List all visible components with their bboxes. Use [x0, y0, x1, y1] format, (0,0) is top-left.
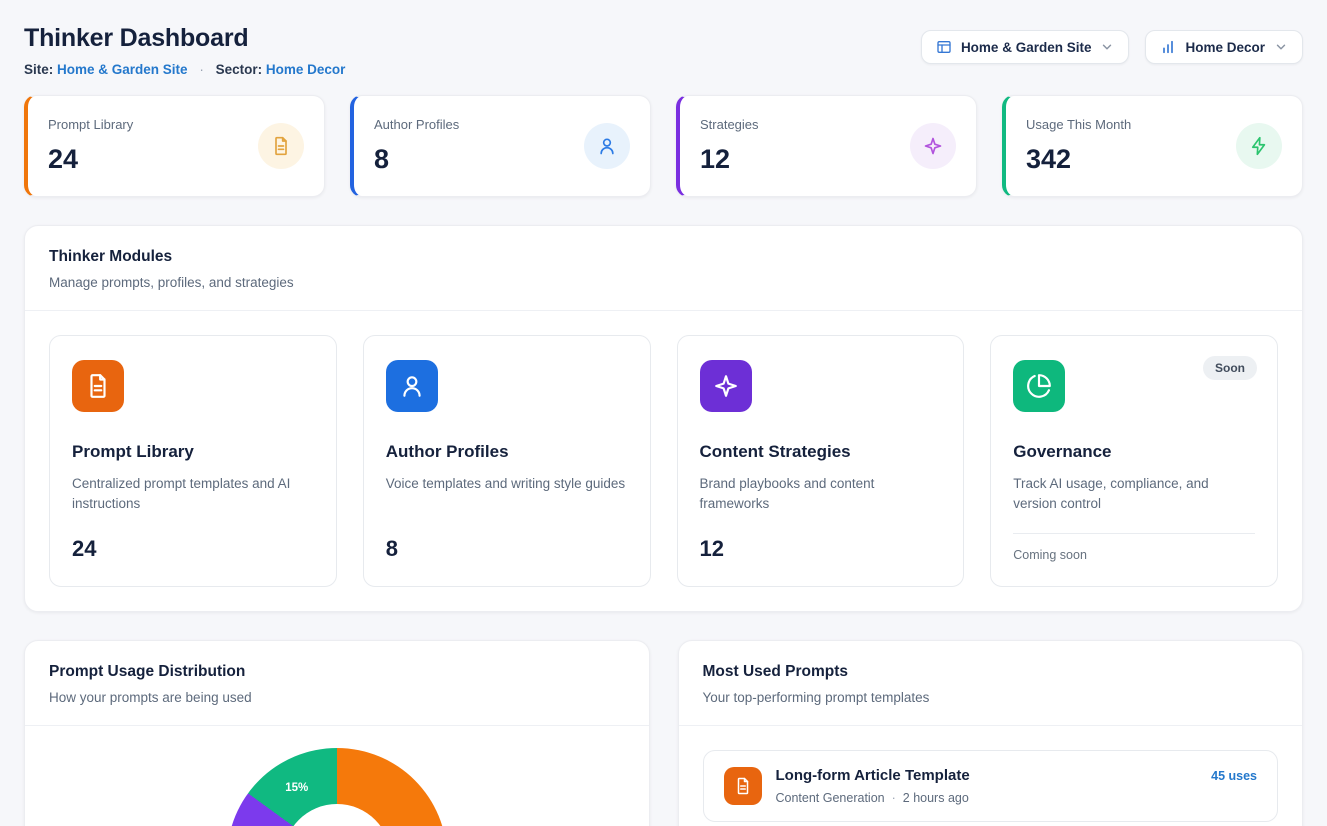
module-title: Governance — [1013, 442, 1255, 462]
stat-card-usage: Usage This Month 342 — [1002, 95, 1303, 197]
sector-selector-dropdown[interactable]: Home Decor — [1145, 30, 1303, 64]
most-used-panel-header: Most Used Prompts Your top-performing pr… — [679, 641, 1303, 725]
donut-hole — [283, 804, 391, 826]
person-icon — [584, 123, 630, 169]
prompt-item-meta: Content Generation · 2 hours ago — [776, 791, 1198, 805]
donut-chart: 15% — [227, 748, 447, 826]
dashboard-page: Thinker Dashboard Site: Home & Garden Si… — [0, 0, 1327, 826]
chevron-down-icon — [1274, 40, 1288, 54]
page-header: Thinker Dashboard Site: Home & Garden Si… — [24, 24, 1303, 77]
list-item[interactable]: Long-form Article Template Content Gener… — [703, 750, 1279, 822]
prompt-list: Long-form Article Template Content Gener… — [679, 726, 1303, 826]
prompt-item-title: Long-form Article Template — [776, 767, 1198, 784]
donut-segment-label: 15% — [285, 782, 308, 794]
chevron-down-icon — [1100, 40, 1114, 54]
divider — [1013, 533, 1255, 534]
person-icon — [386, 360, 438, 412]
module-title: Content Strategies — [700, 442, 942, 462]
module-description: Centralized prompt templates and AI inst… — [72, 474, 314, 515]
prompt-item-category: Content Generation — [776, 791, 885, 805]
stats-row: Prompt Library 24 Author Profiles 8 Stra… — [24, 95, 1303, 197]
module-count: 12 — [700, 536, 942, 562]
document-icon — [258, 123, 304, 169]
stat-value: 342 — [1026, 144, 1131, 175]
stat-card-author-profiles: Author Profiles 8 — [350, 95, 651, 197]
module-title: Prompt Library — [72, 442, 314, 462]
prompt-item-text: Long-form Article Template Content Gener… — [776, 767, 1198, 805]
most-used-subtitle: Your top-performing prompt templates — [703, 690, 1279, 705]
page-title: Thinker Dashboard — [24, 24, 345, 53]
stat-label: Usage This Month — [1026, 117, 1131, 132]
pie-chart-icon — [1013, 360, 1065, 412]
sparkle-icon — [700, 360, 752, 412]
usage-title: Prompt Usage Distribution — [49, 663, 625, 681]
sector-label: Sector: — [216, 62, 263, 77]
prompt-item-time: 2 hours ago — [903, 791, 969, 805]
stat-card-prompt-library: Prompt Library 24 — [24, 95, 325, 197]
site-selector-dropdown[interactable]: Home & Garden Site — [921, 30, 1130, 64]
site-meta: Site: Home & Garden Site · Sector: Home … — [24, 62, 345, 77]
bottom-row: Prompt Usage Distribution How your promp… — [24, 640, 1303, 826]
coming-soon-text: Coming soon — [1013, 548, 1255, 562]
sector-link[interactable]: Home Decor — [266, 62, 346, 77]
module-card-content-strategies[interactable]: Content Strategies Brand playbooks and c… — [677, 335, 965, 587]
chart-area: 15% — [25, 726, 649, 826]
module-description: Track AI usage, compliance, and version … — [1013, 474, 1255, 515]
site-link[interactable]: Home & Garden Site — [57, 62, 188, 77]
module-card-prompt-library[interactable]: Prompt Library Centralized prompt templa… — [49, 335, 337, 587]
prompt-item-uses-badge: 45 uses — [1211, 769, 1257, 783]
header-controls: Home & Garden Site Home Decor — [921, 30, 1303, 64]
site-selector-label: Home & Garden Site — [961, 40, 1092, 55]
stat-value: 24 — [48, 144, 133, 175]
meta-separator: · — [892, 791, 896, 805]
document-icon — [724, 767, 762, 805]
usage-subtitle: How your prompts are being used — [49, 690, 625, 705]
usage-panel-header: Prompt Usage Distribution How your promp… — [25, 641, 649, 725]
module-title: Author Profiles — [386, 442, 628, 462]
site-label: Site: — [24, 62, 53, 77]
modules-panel-header: Thinker Modules Manage prompts, profiles… — [25, 226, 1302, 310]
module-count: 24 — [72, 536, 314, 562]
thinker-modules-panel: Thinker Modules Manage prompts, profiles… — [24, 225, 1303, 612]
most-used-prompts-panel: Most Used Prompts Your top-performing pr… — [678, 640, 1304, 826]
stat-label: Strategies — [700, 117, 759, 132]
sparkle-icon — [910, 123, 956, 169]
document-icon — [72, 360, 124, 412]
stat-value: 8 — [374, 144, 459, 175]
stat-label: Author Profiles — [374, 117, 459, 132]
sector-chart-icon — [1160, 39, 1176, 55]
usage-distribution-panel: Prompt Usage Distribution How your promp… — [24, 640, 650, 826]
stat-label: Prompt Library — [48, 117, 133, 132]
modules-title: Thinker Modules — [49, 248, 1278, 266]
lightning-icon — [1236, 123, 1282, 169]
module-card-author-profiles[interactable]: Author Profiles Voice templates and writ… — [363, 335, 651, 587]
module-count: 8 — [386, 536, 628, 562]
meta-separator: · — [199, 62, 204, 77]
stat-card-strategies: Strategies 12 — [676, 95, 977, 197]
module-description: Brand playbooks and content frameworks — [700, 474, 942, 515]
most-used-title: Most Used Prompts — [703, 663, 1279, 681]
module-description: Voice templates and writing style guides — [386, 474, 628, 494]
site-icon — [936, 39, 952, 55]
module-card-governance[interactable]: Soon Governance Track AI usage, complian… — [990, 335, 1278, 587]
sector-selector-label: Home Decor — [1185, 40, 1265, 55]
soon-badge: Soon — [1203, 356, 1257, 380]
header-left: Thinker Dashboard Site: Home & Garden Si… — [24, 24, 345, 77]
stat-value: 12 — [700, 144, 759, 175]
modules-subtitle: Manage prompts, profiles, and strategies — [49, 275, 1278, 290]
modules-grid: Prompt Library Centralized prompt templa… — [25, 311, 1302, 611]
